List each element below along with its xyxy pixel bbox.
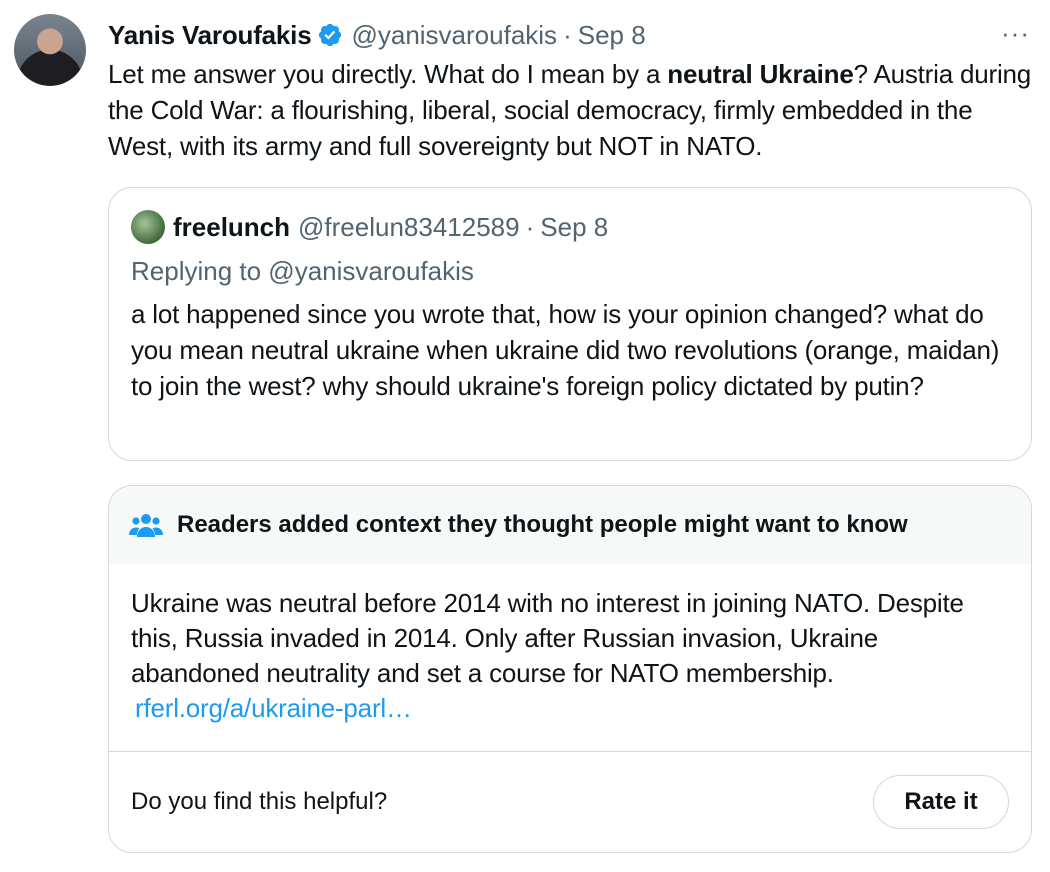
community-note-link[interactable]: rferl.org/a/ukraine-parl… (135, 691, 1011, 726)
tweet-date[interactable]: Sep 8 (578, 20, 646, 51)
author-name[interactable]: Yanis Varoufakis (108, 20, 312, 51)
quoted-tweet-text: a lot happened since you wrote that, how… (131, 299, 1000, 401)
community-note-body: Ukraine was neutral before 2014 with no … (131, 586, 1011, 726)
helpful-prompt: Do you find this helpful? (131, 788, 388, 815)
tweet-text-bold: neutral Ukraine (667, 59, 854, 89)
author-avatar[interactable] (14, 14, 86, 86)
replying-to-label: Replying to @yanisvaroufakis (131, 256, 474, 286)
community-note-text: Ukraine was neutral before 2014 with no … (131, 588, 964, 688)
tweet-header: Yanis Varoufakis @yanisvaroufakis · Sep … (108, 18, 1030, 52)
divider (109, 751, 1031, 752)
verified-badge-icon (319, 23, 342, 47)
tweet-text-part1: Let me answer you directly. What do I me… (108, 59, 668, 89)
community-note-title: Readers added context they thought peopl… (177, 511, 908, 538)
quoted-author-avatar (131, 210, 165, 244)
community-note: Readers added context they thought peopl… (108, 485, 1032, 853)
rate-it-button[interactable]: Rate it (873, 775, 1009, 829)
quoted-tweet[interactable]: freelunch @freelun83412589 · Sep 8 Reply… (108, 187, 1032, 461)
quoted-author-handle: @freelun83412589 (298, 211, 520, 242)
people-icon (129, 514, 163, 537)
quoted-tweet-header: freelunch @freelun83412589 · Sep 8 (131, 210, 608, 244)
tweet-text: Let me answer you directly. What do I me… (108, 56, 1038, 164)
quoted-author-name: freelunch (173, 211, 291, 242)
author-handle[interactable]: @yanisvaroufakis (351, 20, 557, 51)
more-options-icon[interactable]: ··· (1001, 18, 1030, 49)
quoted-tweet-date: Sep 8 (540, 211, 609, 242)
community-note-header: Readers added context they thought peopl… (109, 486, 1031, 564)
header-separator: · (563, 19, 572, 50)
quoted-header-separator: · (525, 211, 535, 242)
